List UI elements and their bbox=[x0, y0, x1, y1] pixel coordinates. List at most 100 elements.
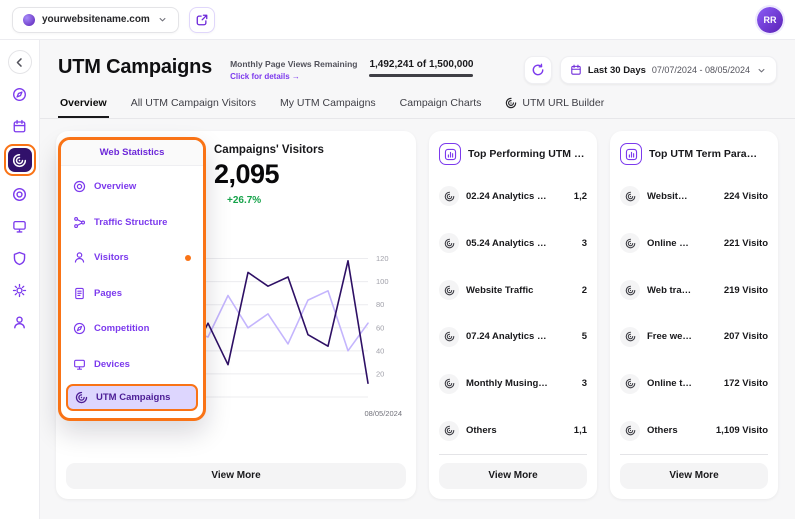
item-value: 1,2 bbox=[574, 191, 587, 202]
sidebar-item-account[interactable] bbox=[8, 310, 32, 334]
quota-details-link[interactable]: Click for details → bbox=[230, 72, 357, 81]
list-item[interactable]: Online …221 Visito bbox=[620, 220, 768, 267]
term-rows: Websit…224 VisitoOnline …221 VisitoWeb t… bbox=[620, 173, 768, 455]
list-item[interactable]: 02.24 Analytics … 1,2 bbox=[439, 173, 587, 220]
spiral-icon bbox=[625, 191, 636, 202]
list-item[interactable]: 07.24 Analytics …5 bbox=[439, 313, 587, 360]
web-statistics-menu: Web Statistics Overview Traffic Structure… bbox=[58, 137, 206, 421]
list-item[interactable]: Monthly Musing… 3 bbox=[439, 360, 587, 407]
menu-item-competition[interactable]: Competition bbox=[66, 311, 198, 347]
campaign-rows: 02.24 Analytics …1,205.24 Analytics …3We… bbox=[439, 173, 587, 455]
menu-title: Web Statistics bbox=[61, 140, 203, 166]
tab-my-utm-campaigns[interactable]: My UTM Campaigns bbox=[278, 93, 378, 118]
date-range-picker[interactable]: Last 30 Days 07/07/2024 - 08/05/2024 bbox=[560, 56, 777, 84]
svg-text:100: 100 bbox=[376, 277, 389, 286]
sidebar-item-goals[interactable] bbox=[8, 182, 32, 206]
visitors-card-title: Campaigns' Visitors bbox=[214, 144, 324, 156]
item-name: Monthly Musing… bbox=[466, 378, 575, 389]
utm-spiral-icon bbox=[620, 327, 640, 347]
menu-item-pages[interactable]: Pages bbox=[66, 276, 198, 312]
list-item[interactable]: Web tra…219 Visito bbox=[620, 267, 768, 314]
calendar-icon bbox=[12, 119, 27, 134]
visitors-value: 2,095 bbox=[214, 159, 279, 190]
view-more-button[interactable]: View More bbox=[620, 463, 768, 489]
user-icon bbox=[73, 251, 86, 264]
item-name: 02.24 Analytics … bbox=[466, 191, 567, 202]
menu-item-overview[interactable]: Overview bbox=[66, 169, 198, 205]
site-selector[interactable]: yourwebsitename.com bbox=[12, 7, 179, 33]
sidebar-item-devices[interactable] bbox=[8, 214, 32, 238]
list-item[interactable]: Others 1,109 Visito bbox=[620, 407, 768, 455]
calendar-icon bbox=[570, 64, 582, 76]
share-icon bbox=[73, 216, 86, 229]
tab-campaign-charts[interactable]: Campaign Charts bbox=[398, 93, 484, 118]
spiral-icon bbox=[444, 285, 455, 296]
cards-row: Campaigns' Visitors 2,095 +26.7% 2040608… bbox=[40, 119, 795, 499]
chevron-down-icon bbox=[157, 14, 168, 25]
gear-icon bbox=[12, 283, 27, 298]
tab-overview[interactable]: Overview bbox=[58, 93, 109, 118]
view-more-button[interactable]: View More bbox=[66, 463, 406, 489]
chart-card-icon bbox=[620, 143, 642, 165]
page-title: UTM Campaigns bbox=[58, 56, 212, 79]
item-name: 05.24 Analytics … bbox=[466, 238, 575, 249]
utm-spiral-icon bbox=[620, 421, 640, 441]
item-value: 1,109 Visito bbox=[716, 425, 768, 436]
card-header: Top Performing UTM … bbox=[439, 141, 587, 173]
open-site-button[interactable] bbox=[189, 7, 215, 33]
tab-label: UTM URL Builder bbox=[522, 97, 604, 109]
top-terms-card: Top UTM Term Para… Websit…224 VisitoOnli… bbox=[610, 131, 778, 499]
refresh-button[interactable] bbox=[524, 56, 552, 84]
spiral-icon bbox=[625, 238, 636, 249]
quota-label: Monthly Page Views Remaining bbox=[230, 59, 357, 69]
quota-value: 1,492,241 of 1,500,000 bbox=[369, 59, 473, 70]
item-name: 07.24 Analytics … bbox=[466, 331, 575, 342]
topbar: yourwebsitename.com RR bbox=[0, 0, 795, 40]
tab-all-utm-campaign-visitors[interactable]: All UTM Campaign Visitors bbox=[129, 93, 258, 118]
spiral-icon bbox=[625, 331, 636, 342]
sidebar-item-dashboard[interactable] bbox=[8, 82, 32, 106]
menu-item-utm-campaigns[interactable]: UTM Campaigns bbox=[66, 384, 198, 411]
item-name: Others bbox=[647, 425, 709, 436]
list-item[interactable]: Online t…172 Visito bbox=[620, 360, 768, 407]
header-controls: Last 30 Days 07/07/2024 - 08/05/2024 bbox=[524, 56, 777, 84]
menu-item-label: Competition bbox=[94, 323, 149, 334]
avatar[interactable]: RR bbox=[757, 7, 783, 33]
list-item[interactable]: Free we…207 Visito bbox=[620, 313, 768, 360]
sidebar-item-security[interactable] bbox=[8, 246, 32, 270]
item-value: 3 bbox=[582, 378, 587, 389]
list-item[interactable]: Websit…224 Visito bbox=[620, 173, 768, 220]
card-title: Top Performing UTM … bbox=[468, 148, 584, 160]
menu-item-devices[interactable]: Devices bbox=[66, 347, 198, 383]
list-item[interactable]: 05.24 Analytics …3 bbox=[439, 220, 587, 267]
utm-spiral-icon bbox=[620, 374, 640, 394]
tab-utm-url-builder[interactable]: UTM URL Builder bbox=[503, 93, 606, 118]
sidebar-item-utm-campaigns[interactable] bbox=[8, 148, 32, 172]
utm-spiral-icon bbox=[620, 233, 640, 253]
list-item[interactable]: Others1,1 bbox=[439, 407, 587, 455]
utm-spiral-icon bbox=[620, 280, 640, 300]
item-value: 219 Visito bbox=[724, 285, 768, 296]
site-name: yourwebsitename.com bbox=[42, 14, 150, 25]
x-axis-end: 08/05/2024 bbox=[364, 409, 402, 418]
view-more-button[interactable]: View More bbox=[439, 463, 587, 489]
list-item[interactable]: Website Traffic2 bbox=[439, 267, 587, 314]
menu-item-label: Overview bbox=[94, 181, 136, 192]
sidebar-item-planner[interactable] bbox=[8, 114, 32, 138]
collapse-sidebar-button[interactable] bbox=[8, 50, 32, 74]
svg-text:80: 80 bbox=[376, 300, 384, 309]
target-icon bbox=[12, 187, 27, 202]
menu-item-traffic-structure[interactable]: Traffic Structure bbox=[66, 205, 198, 241]
item-value: 221 Visito bbox=[724, 238, 768, 249]
menu-item-label: Visitors bbox=[94, 252, 129, 263]
page-header: UTM Campaigns Monthly Page Views Remaini… bbox=[40, 40, 795, 84]
tabs: Overview All UTM Campaign Visitors My UTM … bbox=[40, 93, 795, 119]
sidebar-item-settings[interactable] bbox=[8, 278, 32, 302]
menu-item-visitors[interactable]: Visitors bbox=[66, 240, 198, 276]
item-value: 2 bbox=[582, 285, 587, 296]
utm-spiral-icon bbox=[620, 186, 640, 206]
card-header: Top UTM Term Para… bbox=[620, 141, 768, 173]
spiral-icon bbox=[75, 391, 88, 404]
sidebar-active-highlight bbox=[4, 144, 36, 176]
refresh-icon bbox=[531, 63, 545, 77]
